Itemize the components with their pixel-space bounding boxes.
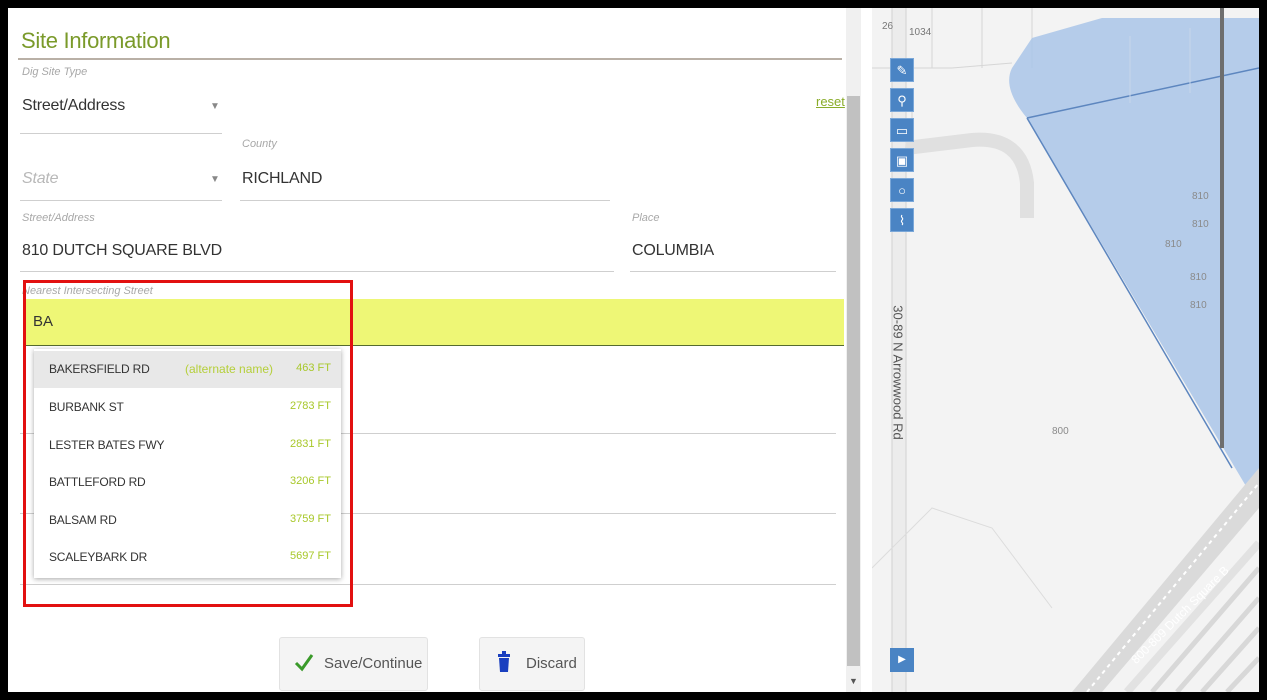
dig-site-type-value: Street/Address — [22, 97, 126, 114]
save-continue-button[interactable]: Save/Continue — [279, 637, 428, 691]
chevron-down-icon: ▼ — [210, 101, 220, 112]
site-information-form: Site Information Dig Site Type Street/Ad… — [8, 8, 848, 692]
discard-label: Discard — [526, 655, 577, 672]
place-value: COLUMBIA — [632, 242, 714, 259]
rectangle-icon[interactable]: ▭ — [890, 118, 914, 142]
parcel-label: 810 — [1165, 239, 1182, 250]
parcel-label: 810 — [1192, 191, 1209, 202]
reset-link[interactable]: reset — [816, 94, 845, 109]
parcel-label: 810 — [1190, 300, 1207, 311]
square-icon[interactable]: ▣ — [890, 148, 914, 172]
checkmark-icon — [294, 650, 314, 678]
parcel-label: 800 — [1052, 426, 1069, 437]
expand-panel-icon[interactable]: ▶ — [890, 648, 914, 672]
state-underline — [20, 200, 222, 201]
section-title: Site Information — [21, 28, 171, 53]
street-address-value: 810 DUTCH SQUARE BLVD — [22, 242, 223, 259]
circle-icon[interactable]: ○ — [890, 178, 914, 202]
polyline-icon[interactable]: ⌇ — [890, 208, 914, 232]
scroll-down-arrow[interactable]: ▼ — [849, 676, 858, 686]
save-continue-label: Save/Continue — [324, 655, 423, 672]
pin-icon[interactable]: ⚲ — [890, 88, 914, 112]
window: Site Information Dig Site Type Street/Ad… — [8, 8, 1259, 692]
street-address-underline — [20, 271, 614, 272]
dig-site-type-underline — [20, 133, 222, 134]
trash-icon — [496, 650, 512, 678]
scrollbar-thumb[interactable] — [847, 96, 860, 666]
parcel-label: 1034 — [909, 27, 932, 38]
county-label: County — [242, 138, 277, 150]
annotation-highlight-box — [23, 280, 353, 607]
section-divider — [18, 58, 842, 60]
state-placeholder: State — [22, 170, 59, 187]
place-underline — [630, 271, 836, 272]
road-label: 30-89 N Arrowwood Rd — [890, 305, 906, 440]
county-value: RICHLAND — [242, 170, 323, 187]
map-panel[interactable]: 26 1034 810 810 810 810 810 800 30-89 N … — [872, 8, 1259, 692]
dig-site-type-label: Dig Site Type — [22, 66, 88, 78]
parcel-label: 26 — [882, 21, 894, 32]
place-label: Place — [632, 212, 660, 224]
street-address-label: Street/Address — [22, 212, 95, 224]
discard-button[interactable]: Discard — [479, 637, 585, 691]
county-underline — [240, 200, 610, 201]
parcel-label: 810 — [1190, 272, 1207, 283]
edit-icon[interactable]: ✎ — [890, 58, 914, 82]
parcel-label: 810 — [1192, 219, 1209, 230]
chevron-down-icon: ▼ — [210, 174, 220, 185]
